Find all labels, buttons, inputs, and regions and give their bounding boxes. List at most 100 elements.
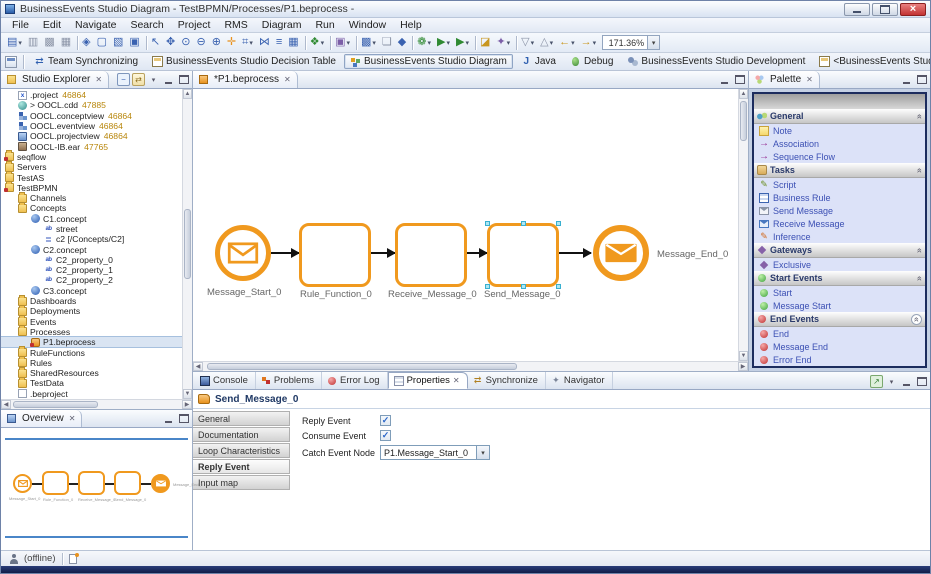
bottom-tab[interactable]: Synchronize ✕ [468, 372, 546, 389]
tree-item[interactable]: TestAS [1, 172, 182, 182]
window-close-button[interactable] [900, 3, 926, 16]
cube-button[interactable]: ◆ [396, 34, 408, 51]
palette-item[interactable]: Association [754, 137, 925, 150]
scroll-up-icon[interactable]: ▲ [183, 89, 192, 99]
align-button[interactable]: ≡ [274, 34, 284, 51]
window-maximize-button[interactable] [872, 3, 898, 16]
tree-item[interactable]: Channels [1, 193, 182, 203]
explorer-vertical-scrollbar[interactable]: ▲ ▼ [182, 89, 192, 399]
editor-horizontal-scrollbar[interactable]: ◀ ▶ [193, 361, 748, 371]
view-menu-icon[interactable] [147, 73, 160, 86]
tree-item[interactable]: OOCL-IB.ear 47765 [1, 141, 182, 151]
collapse-section-icon[interactable] [911, 314, 922, 325]
auto-layout-button[interactable]: ⌗ [240, 34, 255, 51]
editor-tab[interactable]: *P1.beprocess ✕ [193, 71, 298, 88]
selection-handle[interactable] [485, 221, 490, 226]
diagram-canvas[interactable]: Message_Start_0 Rule_Function_0 Receive_… [193, 89, 738, 361]
new-wizard-button[interactable]: ▤ [5, 34, 24, 51]
menu-item[interactable]: Window [342, 18, 393, 32]
tree-item[interactable]: Dashboards [1, 296, 182, 306]
diagram-node-receive-message[interactable] [395, 223, 467, 287]
palette-item[interactable]: Receive Message [754, 217, 925, 230]
perspective-studio-diagram[interactable]: BusinessEvents Studio Diagram [344, 54, 513, 69]
explorer-horizontal-scrollbar[interactable]: ◀ ▶ [1, 399, 192, 409]
scroll-right-icon[interactable]: ▶ [182, 400, 192, 409]
tree-item[interactable]: RuleFunctions [1, 347, 182, 357]
tree-item[interactable]: C2_property_1 [1, 265, 182, 275]
palette-section-header[interactable]: General [754, 109, 925, 124]
minimize-view-icon[interactable] [162, 412, 175, 425]
perspective-decision-table-2[interactable]: <BusinessEvents Studio Decision Table> [813, 54, 930, 69]
collapse-section-icon[interactable] [915, 247, 924, 252]
maximize-view-icon[interactable] [177, 73, 190, 86]
scroll-down-icon[interactable]: ▼ [183, 389, 192, 399]
close-icon[interactable]: ✕ [453, 376, 460, 385]
tree-item[interactable]: Rules [1, 358, 182, 368]
open-folder-button[interactable]: ◪ [473, 34, 492, 51]
properties-tab[interactable]: Loop Characteristics [193, 443, 290, 458]
scroll-left-icon[interactable]: ◀ [1, 400, 11, 409]
select-tool-button[interactable]: ↖ [144, 34, 162, 51]
properties-tab[interactable]: Documentation [193, 427, 290, 442]
palette-item[interactable]: Business Rule [754, 191, 925, 204]
diagram-node-send-message[interactable] [487, 223, 559, 287]
properties-tab[interactable]: Reply Event [193, 459, 290, 474]
bottom-tab[interactable]: Properties ✕ [388, 372, 468, 389]
tree-item[interactable]: .project 46864 [1, 90, 182, 100]
maximize-view-icon[interactable] [915, 73, 928, 86]
scroll-right-icon[interactable]: ▶ [738, 362, 748, 371]
consume-event-checkbox[interactable] [380, 430, 391, 441]
print-diagram-button[interactable]: ▧ [111, 34, 125, 51]
collapse-section-icon[interactable] [915, 113, 924, 118]
maximize-view-icon[interactable] [915, 375, 928, 388]
window-minimize-button[interactable] [844, 3, 870, 16]
properties-tab[interactable]: General [193, 411, 290, 426]
menu-item[interactable]: RMS [217, 18, 254, 32]
close-icon[interactable]: ✕ [284, 75, 291, 84]
print-button[interactable]: ▦ [59, 34, 73, 51]
sequence-flow-connector[interactable] [271, 252, 299, 254]
save-all-button[interactable]: ▩ [42, 34, 56, 51]
collapse-section-icon[interactable] [915, 167, 924, 172]
properties-tab[interactable]: Input map [193, 475, 290, 490]
menu-item[interactable]: Diagram [255, 18, 309, 32]
bottom-tab[interactable]: Problems ✕ [256, 372, 322, 389]
palette-section-header[interactable]: End Events [754, 312, 925, 327]
menu-item[interactable]: Run [308, 18, 341, 32]
overview-tab[interactable]: Overview ✕ [1, 410, 82, 427]
sequence-flow-connector[interactable] [371, 252, 395, 254]
snap-grid-button[interactable]: ▦ [286, 34, 300, 51]
tree-item[interactable]: P1.beprocess [1, 337, 182, 347]
menu-item[interactable]: File [5, 18, 36, 32]
export-image-button[interactable]: ▣ [127, 34, 141, 51]
palette-item[interactable]: Note [754, 124, 925, 137]
palette-section-header[interactable]: Gateways [754, 243, 925, 258]
selection-handle[interactable] [521, 221, 526, 226]
save-button[interactable]: ▥ [26, 34, 40, 51]
view-menu-icon[interactable] [885, 375, 898, 388]
tree-item[interactable]: C2.concept [1, 244, 182, 254]
close-icon[interactable]: ✕ [95, 75, 102, 84]
tree-item[interactable]: TestData [1, 378, 182, 388]
reply-event-checkbox[interactable] [380, 415, 391, 426]
pan-tool-button[interactable]: ✥ [164, 34, 177, 51]
back-button[interactable]: ← [557, 34, 577, 51]
scroll-left-icon[interactable]: ◀ [193, 362, 203, 371]
studio-explorer-tab[interactable]: Studio Explorer ✕ [1, 71, 109, 88]
preview-button[interactable]: ▢ [95, 34, 109, 51]
prev-annotation-button[interactable]: △ [538, 34, 555, 51]
palette-item[interactable]: Sequence Flow [754, 150, 925, 163]
palette-section-header[interactable]: Start Events [754, 271, 925, 286]
sequence-flow-connector[interactable] [467, 252, 487, 254]
tree-item[interactable]: Concepts [1, 203, 182, 213]
decision-table-button[interactable]: ▣ [328, 34, 352, 51]
tree-item[interactable]: seqflow [1, 152, 182, 162]
editor-vertical-scrollbar[interactable]: ▲ ▼ [738, 89, 748, 361]
catch-event-node-combo[interactable]: P1.Message_Start_0 [380, 445, 490, 460]
tree-item[interactable]: OOCL.eventview 46864 [1, 121, 182, 131]
diagram-node-rule-function[interactable] [299, 223, 371, 287]
restore-view-icon[interactable] [870, 375, 883, 388]
minimize-view-icon[interactable] [900, 73, 913, 86]
perspective-decision-table[interactable]: BusinessEvents Studio Decision Table [146, 54, 342, 69]
palette-item[interactable]: Exclusive [754, 258, 925, 271]
